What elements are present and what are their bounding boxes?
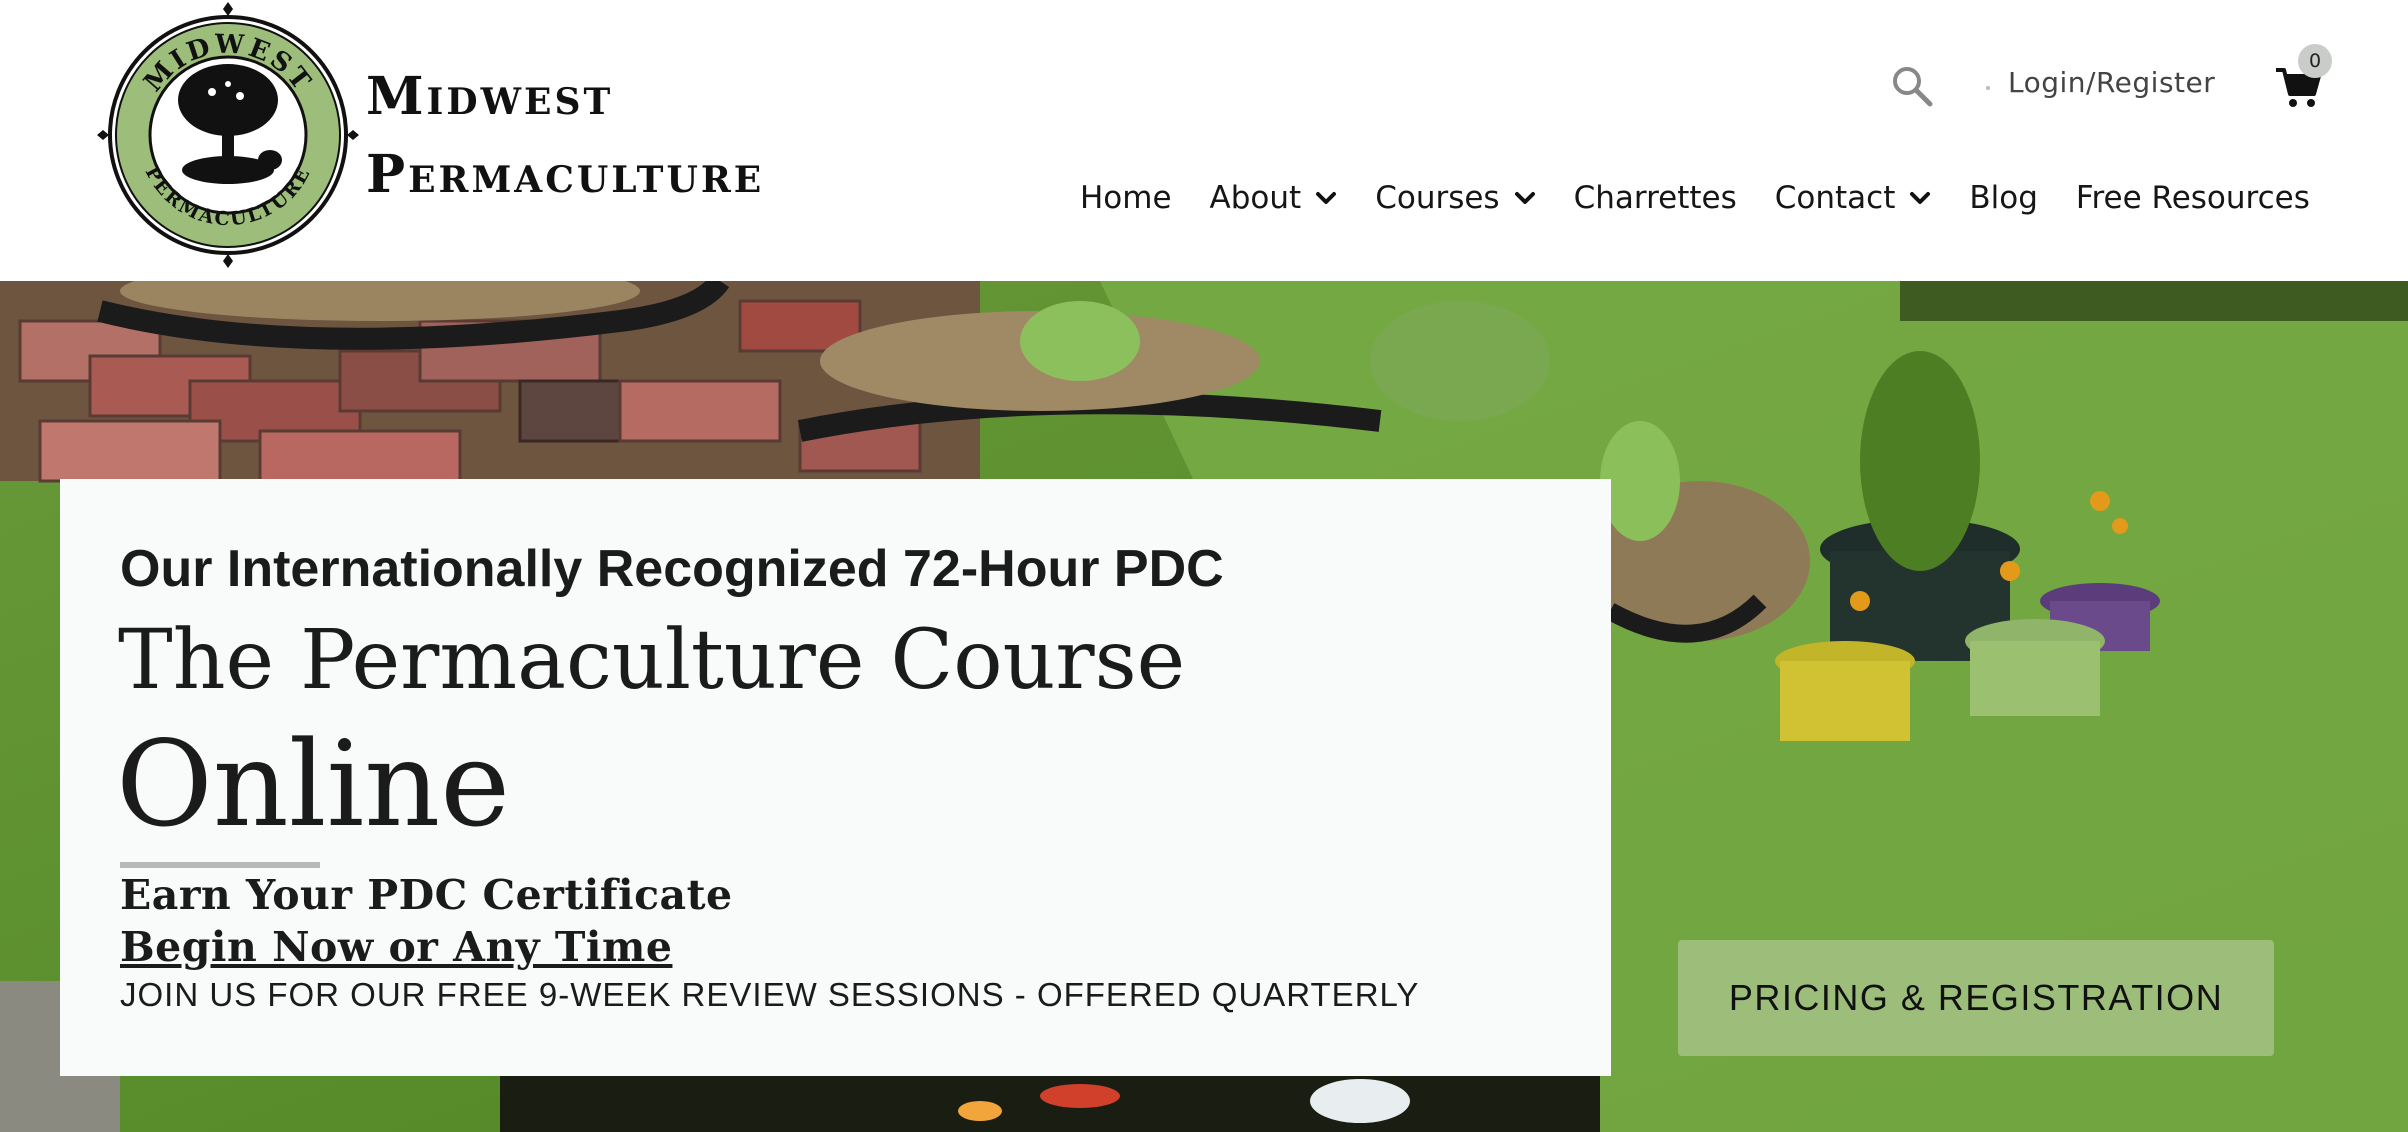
nav-item-free-resources[interactable]: Free Resources	[2076, 180, 2310, 216]
hero-divider	[120, 862, 320, 868]
brand-name-line2: Permaculture	[366, 144, 765, 205]
search-icon[interactable]	[1890, 64, 1934, 108]
nav-item-label: Contact	[1774, 180, 1896, 216]
nav-item-label: Home	[1080, 180, 1172, 216]
pricing-registration-button[interactable]: PRICING & REGISTRATION	[1678, 940, 2274, 1056]
nav-item-home[interactable]: Home	[1080, 180, 1172, 216]
nav-item-label: Blog	[1969, 180, 2038, 216]
nav-item-charrettes[interactable]: Charrettes	[1574, 180, 1737, 216]
nav-item-label: Charrettes	[1573, 180, 1737, 216]
login-register-link[interactable]: Login/Register	[2008, 66, 2215, 99]
nav-item-about[interactable]: About	[1210, 180, 1338, 216]
hero-title-online: Online	[116, 715, 511, 853]
brand-name-line1: Midwest	[366, 66, 614, 127]
chevron-down-icon	[1316, 192, 1337, 204]
login-separator-dot	[1986, 86, 1990, 90]
cart-count-badge: 0	[2298, 44, 2332, 78]
brand-name[interactable]: Midwest Permaculture	[366, 58, 764, 214]
main-nav: Home About Courses Charrettes Contact Bl…	[1080, 176, 2320, 220]
hero-section: Our Internationally Recognized 72-Hour P…	[0, 281, 2408, 1132]
course-info-card: Our Internationally Recognized 72-Hour P…	[60, 479, 1611, 1076]
review-sessions-text: JOIN US FOR OUR FREE 9-WEEK REVIEW SESSI…	[120, 976, 1420, 1013]
chevron-down-icon	[1514, 192, 1535, 204]
hero-eyebrow: Our Internationally Recognized 72-Hour P…	[120, 540, 1224, 598]
chevron-down-icon	[1910, 192, 1931, 204]
nav-item-contact[interactable]: Contact	[1775, 180, 1932, 216]
midwest-permaculture-logo[interactable]: MIDWEST PERMACULTURE	[94, 0, 362, 270]
nav-item-courses[interactable]: Courses	[1375, 180, 1535, 216]
hero-title: The Permaculture Course	[118, 613, 1186, 708]
site-header: MIDWEST PERMACULTURE Midwest Permacultur…	[0, 0, 2408, 281]
nav-item-label: Courses	[1375, 180, 1500, 216]
hero-certificate-text: Earn Your PDC Certificate	[120, 871, 733, 919]
nav-item-label: Free Resources	[2075, 180, 2310, 216]
nav-item-blog[interactable]: Blog	[1969, 180, 2038, 216]
begin-now-link[interactable]: Begin Now or Any Time	[120, 923, 672, 971]
nav-item-label: About	[1209, 180, 1302, 216]
